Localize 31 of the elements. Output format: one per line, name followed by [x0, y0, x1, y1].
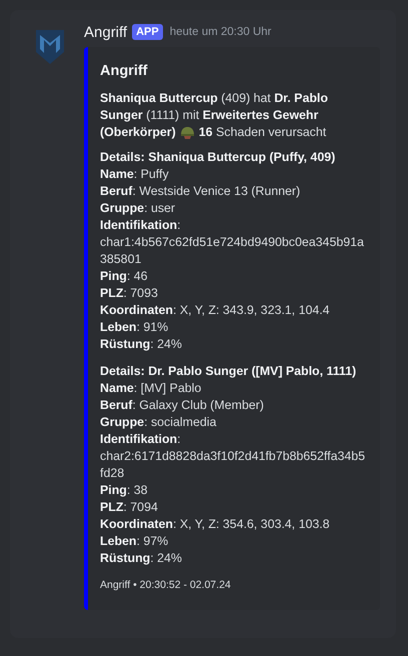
field-line: char2:6171d8828da3f10f2d41fb7b8b652ffa34b5fd28 — [100, 448, 366, 482]
field-line: Ping: 46 — [100, 268, 149, 285]
helmet-icon — [180, 126, 195, 140]
description-text: (Oberkörper) — [100, 124, 176, 141]
field-line: Koordinaten: X, Y, Z: 343.9, 323.1, 104.4 — [100, 302, 331, 319]
description-text: Shaniqua Buttercup (409) hat Dr. Pablo Sunger (1111) mit Erweitertes Gewehr — [100, 90, 329, 124]
section-heading: Details: Dr. Pablo Sunger ([MV] Pablo, 1111) — [100, 363, 358, 380]
field-line: Beruf: Galaxy Club (Member) — [100, 397, 265, 414]
field-line: Gruppe: user — [100, 200, 176, 217]
embed-title: Angriff — [100, 63, 149, 80]
field-line: PLZ: 7093 — [100, 285, 159, 302]
embed-footer: Angriff • 20:30:52 - 02.07.24 — [100, 577, 368, 594]
field-line: PLZ: 7094 — [100, 499, 159, 516]
field-line: Identifikation: — [100, 431, 182, 448]
section-heading: Details: Shaniqua Buttercup (Puffy, 409) — [100, 149, 336, 166]
app-badge: APP — [132, 24, 163, 40]
timestamp: heute um 20:30 Uhr — [170, 26, 272, 38]
field-line: Name: Puffy — [100, 166, 170, 183]
field-line: Name: [MV] Pablo — [100, 380, 202, 397]
field-line: Gruppe: socialmedia — [100, 414, 218, 431]
field-line: Rüstung: 24% — [100, 550, 183, 567]
field-line: Ping: 38 — [100, 482, 149, 499]
field-line: Leben: 91% — [100, 319, 170, 336]
author-name[interactable]: Angriff — [84, 24, 128, 40]
field-line: Beruf: Westside Venice 13 (Runner) — [100, 183, 302, 200]
field-line: Leben: 97% — [100, 533, 170, 550]
field-line: char1:4b567c62fd51e724bd9490bc0ea345b91a385801 — [100, 234, 365, 268]
field-line: Rüstung: 24% — [100, 336, 183, 353]
description-text: 16 Schaden verursacht — [198, 124, 326, 141]
field-line: Koordinaten: X, Y, Z: 354.6, 303.4, 103.8 — [100, 516, 331, 533]
field-line: Identifikation: — [100, 217, 182, 234]
